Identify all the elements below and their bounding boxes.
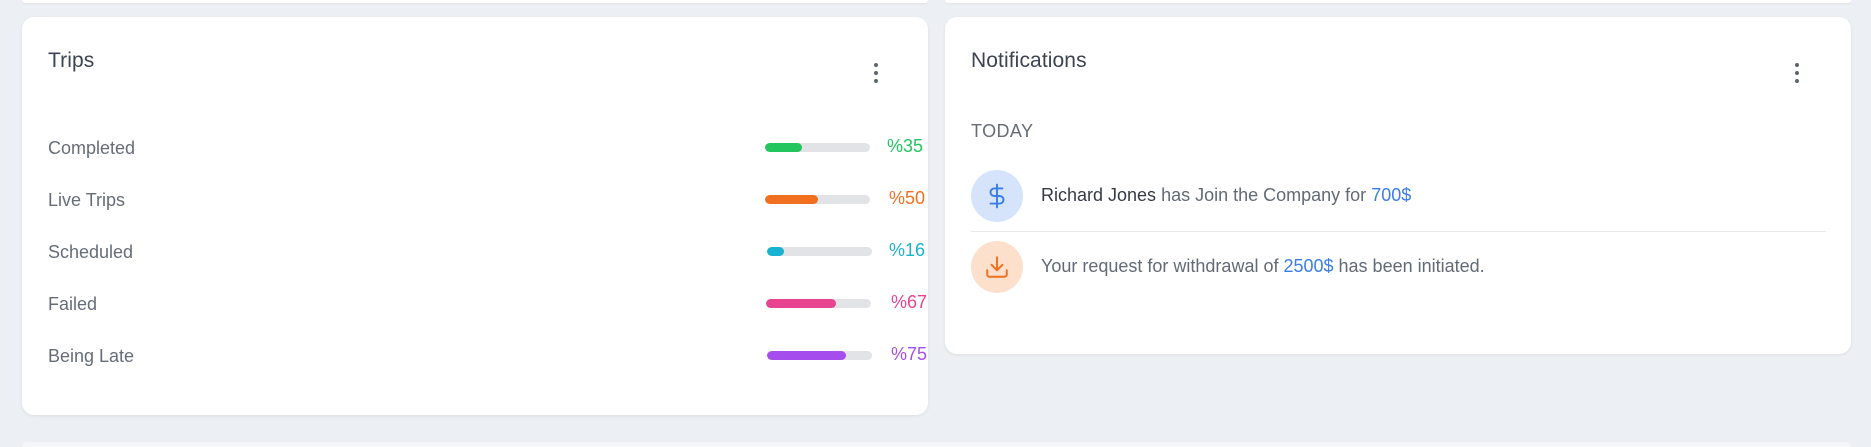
progress-bar: [765, 143, 870, 152]
progress-fill: [767, 351, 846, 360]
dollar-icon: [971, 170, 1023, 222]
progress-fill: [767, 247, 784, 256]
notification-item[interactable]: Your request for withdrawal of 2500$ has…: [971, 241, 1826, 295]
divider: [971, 231, 1826, 232]
progress-fill: [765, 195, 818, 204]
more-vertical-icon[interactable]: [1785, 57, 1809, 89]
trip-row-scheduled: Scheduled %16: [48, 238, 928, 268]
progress-bar: [766, 299, 871, 308]
trip-label: Scheduled: [48, 242, 134, 262]
progress-bar: [767, 247, 872, 256]
trip-value: %35: [887, 136, 924, 156]
trip-value: %67: [891, 292, 928, 312]
trip-label: Live Trips: [48, 190, 126, 210]
trip-value: %50: [889, 188, 926, 208]
card-top-edge: [22, 0, 928, 3]
user-name-link[interactable]: Richard Jones: [1041, 185, 1156, 205]
section-label-today: TODAY: [971, 121, 1034, 141]
progress-fill: [766, 299, 837, 308]
card-bottom-edge: [22, 442, 1851, 447]
notification-text: Your request for withdrawal of 2500$ has…: [1041, 256, 1485, 277]
trip-row-being-late: Being Late %75: [48, 342, 928, 372]
notification-item[interactable]: Richard Jones has Join the Company for 7…: [971, 170, 1826, 224]
amount-link[interactable]: 700$: [1371, 185, 1411, 205]
trip-value: %75: [891, 344, 928, 364]
trips-card: Trips Completed %35 Live Trips %50 Sched…: [22, 17, 928, 415]
more-vertical-icon[interactable]: [864, 57, 888, 89]
card-top-edge: [945, 0, 1851, 3]
trip-value: %16: [889, 240, 926, 260]
progress-fill: [765, 143, 802, 152]
trip-label: Completed: [48, 138, 136, 158]
notification-text-start: Your request for withdrawal of: [1041, 256, 1284, 276]
trip-label: Being Late: [48, 346, 135, 366]
trip-row-failed: Failed %67: [48, 290, 928, 320]
trip-row-live-trips: Live Trips %50: [48, 186, 928, 216]
trip-label: Failed: [48, 294, 98, 314]
notification-text-mid: has Join the Company for: [1156, 185, 1372, 205]
notifications-title: Notifications: [971, 49, 1087, 72]
notification-text: Richard Jones has Join the Company for 7…: [1041, 185, 1411, 206]
progress-bar: [765, 195, 870, 204]
download-icon: [971, 241, 1023, 293]
notification-text-end: has been initiated.: [1333, 256, 1485, 276]
notifications-card: Notifications TODAY Richard Jones has Jo…: [945, 17, 1851, 354]
progress-bar: [767, 351, 872, 360]
trips-title: Trips: [48, 49, 95, 72]
trip-row-completed: Completed %35: [48, 134, 928, 164]
amount-link[interactable]: 2500$: [1283, 256, 1333, 276]
